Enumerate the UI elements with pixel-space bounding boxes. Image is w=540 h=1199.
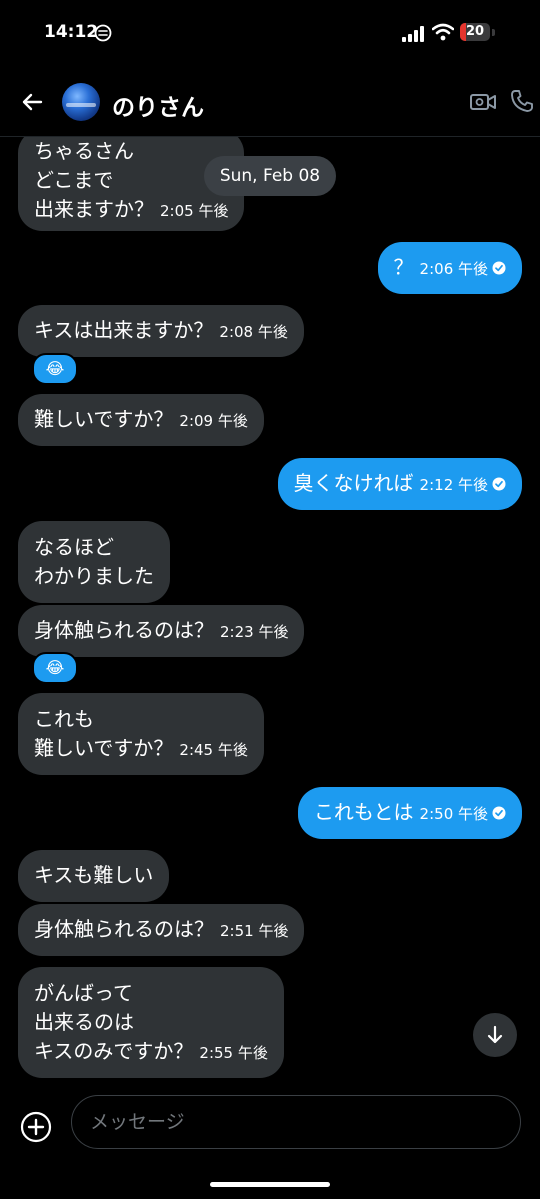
message-text: これもとは (313, 800, 414, 824)
focus-mode-icon (94, 24, 112, 42)
message-timestamp: 2:51 午後 (220, 922, 289, 940)
message-bubble-outgoing[interactable]: これもとは 2:50 午後 (297, 787, 522, 839)
contact-name[interactable]: のりさん (112, 88, 204, 122)
date-divider: Sun, Feb 08 (204, 156, 336, 196)
message-bubble-incoming[interactable]: なるほど わかりました (18, 521, 170, 603)
message-text: 難しいですか？ (34, 736, 174, 760)
status-bar: 14:12 20 (0, 0, 540, 66)
message-timestamp: 2:23 午後 (220, 623, 289, 641)
message-text: 身体触られるのは？ (34, 917, 214, 941)
message-text: ちゃるさん (34, 139, 134, 163)
message-timestamp: 2:50 午後 (419, 805, 488, 823)
message-text: ？ (393, 255, 414, 279)
read-receipt-icon (492, 261, 506, 275)
message-text: これも (34, 707, 94, 731)
message-timestamp: 2:55 午後 (199, 1044, 268, 1062)
message-text: キスのみですか？ (34, 1039, 194, 1063)
message-bubble-incoming[interactable]: キスは出来ますか？ 2:08 午後 (18, 305, 304, 357)
message-text: キスは出来ますか？ (34, 318, 214, 342)
message-bubble-incoming[interactable]: これも 難しいですか？ 2:45 午後 (18, 693, 264, 775)
emoji-reaction[interactable]: 😂 (32, 353, 78, 385)
phone-call-icon[interactable] (510, 89, 534, 113)
message-bubble-incoming[interactable]: キスも難しい (18, 850, 170, 902)
message-bubble-outgoing[interactable]: 臭くなければ 2:12 午後 (277, 458, 522, 510)
message-timestamp: 2:08 午後 (219, 323, 288, 341)
message-timestamp: 2:06 午後 (419, 260, 488, 278)
emoji-reaction[interactable]: 😂 (32, 652, 78, 684)
video-call-icon[interactable] (470, 91, 496, 113)
message-input[interactable] (71, 1095, 521, 1149)
arrow-down-icon (487, 1025, 503, 1044)
message-text: キスも難しい (34, 863, 154, 887)
message-text: 出来るのは (34, 1010, 134, 1034)
message-bubble-incoming[interactable]: がんばって 出来るのは キスのみですか？ 2:55 午後 (18, 967, 284, 1078)
wifi-icon (432, 23, 454, 41)
battery-indicator: 20 (460, 23, 496, 43)
message-timestamp: 2:05 午後 (160, 202, 229, 220)
message-timestamp: 2:09 午後 (179, 412, 248, 430)
add-attachment-icon[interactable] (20, 1111, 52, 1143)
battery-level: 20 (465, 24, 485, 39)
message-list[interactable]: ちゃるさん どこまで 出来ますか？ 2:05 午後 Sun, Feb 08 ？ 2:… (0, 137, 540, 1082)
message-text: 身体触られるのは？ (34, 618, 214, 642)
message-bubble-incoming[interactable]: 身体触られるのは？ 2:23 午後 (18, 605, 305, 657)
message-text: 臭くなければ (293, 471, 414, 495)
home-indicator[interactable] (210, 1182, 330, 1187)
avatar[interactable] (62, 83, 100, 121)
scroll-to-bottom-button[interactable] (473, 1013, 517, 1057)
message-text: なるほど (34, 535, 114, 559)
message-text: どこまで (34, 168, 114, 192)
cellular-signal-icon (402, 26, 424, 42)
back-arrow-icon[interactable] (20, 90, 44, 114)
message-bubble-incoming[interactable]: 身体触られるのは？ 2:51 午後 (18, 904, 305, 956)
message-timestamp: 2:12 午後 (419, 476, 488, 494)
message-composer (0, 1085, 540, 1199)
message-text: 難しいですか？ (34, 407, 174, 431)
message-timestamp: 2:45 午後 (179, 741, 248, 759)
conversation-header: のりさん (0, 66, 540, 137)
message-bubble-incoming[interactable]: 難しいですか？ 2:09 午後 (18, 394, 264, 446)
message-text: 出来ますか？ (34, 197, 154, 221)
read-receipt-icon (492, 806, 506, 820)
read-receipt-icon (492, 477, 506, 491)
message-text: わかりました (34, 564, 154, 588)
message-text: がんばって (34, 981, 133, 1005)
status-time: 14:12 (44, 22, 99, 42)
message-bubble-outgoing[interactable]: ？ 2:06 午後 (377, 242, 522, 294)
